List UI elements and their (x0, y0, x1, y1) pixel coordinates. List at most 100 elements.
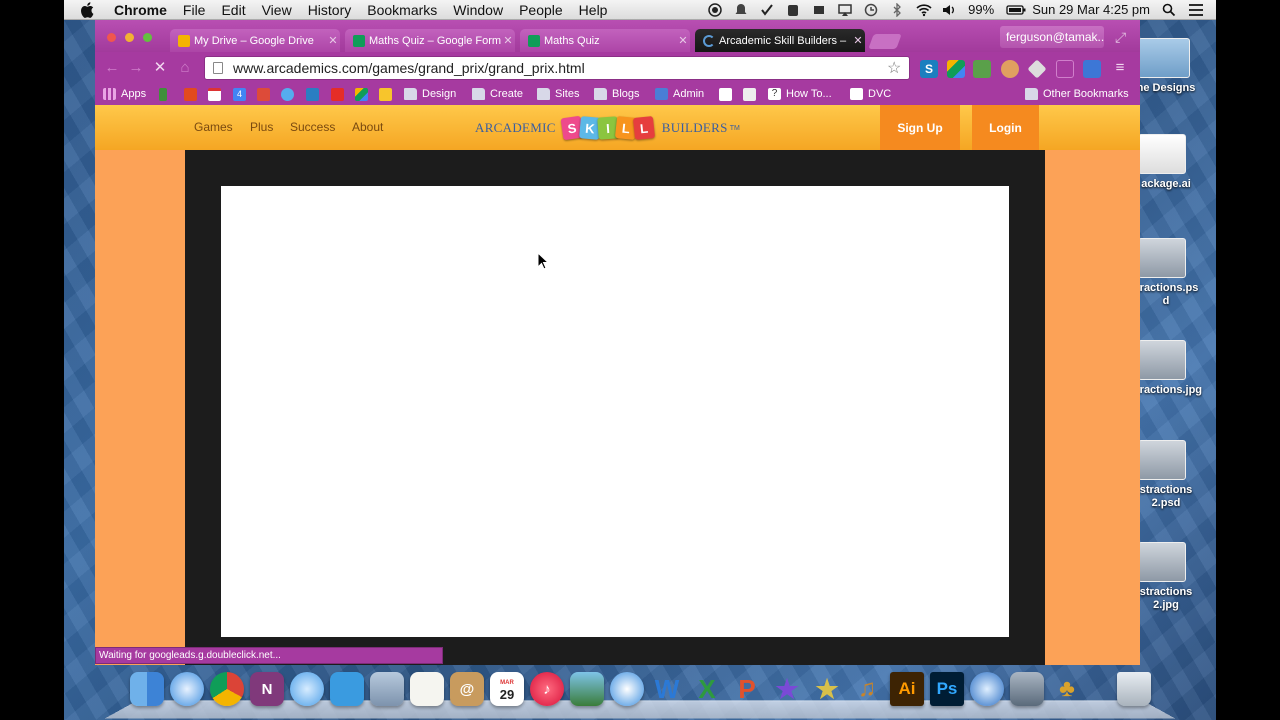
tab-arcademic[interactable]: Arcademic Skill Builders – ✕ (695, 29, 865, 52)
fullscreen-icon[interactable]: ⤢ (1115, 29, 1131, 45)
contacts-icon[interactable]: @ (450, 672, 484, 706)
stop-loading-icon[interactable]: ✕ (151, 59, 169, 77)
chrome-icon[interactable] (210, 672, 244, 706)
extension-blue-icon[interactable] (1083, 60, 1101, 78)
powerpoint-icon[interactable]: P (730, 672, 764, 706)
sign-up-button[interactable]: Sign Up (880, 105, 960, 150)
airplay-icon[interactable] (838, 3, 852, 17)
evernote-icon[interactable] (786, 3, 800, 17)
photoshop-icon[interactable]: Ps (930, 672, 964, 706)
menu-people[interactable]: People (519, 2, 563, 18)
safari-icon[interactable] (170, 672, 204, 706)
nav-plus[interactable]: Plus (250, 120, 273, 134)
bookmark-drive[interactable] (355, 86, 368, 102)
menu-view[interactable]: View (262, 2, 292, 18)
menu-bookmarks[interactable]: Bookmarks (367, 2, 437, 18)
address-bar[interactable]: www.arcademics.com/games/grand_prix/gran… (204, 56, 910, 80)
desktop-icon-file[interactable]: tractions.jpg (1136, 340, 1216, 397)
dropbox-icon[interactable] (812, 3, 826, 17)
desktop-icon-file[interactable]: tractions.ps d (1136, 238, 1216, 308)
tab-maths-quiz[interactable]: Maths Quiz ✕ (520, 29, 690, 52)
bookmark-other-folder[interactable]: Other Bookmarks (1025, 86, 1129, 102)
forward-arrow-icon[interactable]: → (127, 59, 145, 77)
spotlight-search-icon[interactable] (1162, 3, 1176, 17)
extension-monkey-icon[interactable] (1001, 60, 1019, 78)
tab-close-icon[interactable]: ✕ (676, 34, 690, 47)
bookmark-office[interactable] (184, 86, 197, 102)
notification-bell-icon[interactable] (734, 3, 748, 17)
iphoto-star-icon[interactable]: ★ (810, 672, 844, 706)
url-text[interactable]: www.arcademics.com/games/grand_prix/gran… (233, 60, 887, 76)
login-button[interactable]: Login (972, 105, 1039, 150)
time-machine-icon[interactable] (864, 3, 878, 17)
minimize-window-button[interactable] (125, 33, 134, 42)
bookmark-calendar[interactable]: 4 (233, 86, 246, 102)
trash-icon[interactable] (1117, 672, 1151, 706)
bookmark-leaf[interactable] (159, 86, 167, 102)
bookmark-folder-sites[interactable]: Sites (537, 86, 579, 102)
bookmark-camera[interactable] (743, 86, 756, 102)
tab-maths-quiz-form[interactable]: Maths Quiz – Google Form ✕ (345, 29, 515, 52)
illustrator-icon[interactable]: Ai (890, 672, 924, 706)
bookmark-folder-design[interactable]: Design (404, 86, 456, 102)
quicktime-icon[interactable] (970, 672, 1004, 706)
tab-google-drive[interactable]: My Drive – Google Drive ✕ (170, 29, 340, 52)
bookmark-admin[interactable]: Admin (655, 86, 704, 102)
bookmark-twitter-2[interactable] (306, 86, 319, 102)
bluetooth-icon[interactable] (890, 1, 904, 18)
desktop-icon-file[interactable]: stractions 2.jpg (1136, 542, 1216, 612)
home-icon[interactable]: ⌂ (176, 59, 194, 77)
extension-diamond-icon[interactable] (1027, 59, 1047, 79)
word-icon[interactable]: W (650, 672, 684, 706)
messages-icon[interactable] (290, 672, 324, 706)
bookmark-keep[interactable] (379, 86, 392, 102)
apple-menu-icon[interactable] (80, 1, 98, 18)
google-drive-extension-icon[interactable] (947, 60, 965, 78)
tab-close-icon[interactable]: ✕ (851, 34, 865, 47)
menu-history[interactable]: History (308, 2, 352, 18)
game-canvas[interactable] (221, 186, 1009, 637)
cast-icon[interactable] (1056, 60, 1074, 78)
desktop-icon-file[interactable]: ackage.ai (1136, 134, 1216, 191)
menu-clock[interactable]: Sun 29 Mar 4:25 pm (1032, 2, 1150, 17)
finder-icon[interactable] (130, 672, 164, 706)
bookmark-twitter[interactable] (281, 86, 294, 102)
tab-close-icon[interactable]: ✕ (501, 34, 515, 47)
battery-percent[interactable]: 99% (968, 2, 994, 17)
excel-icon[interactable]: X (690, 672, 724, 706)
bookmark-pencil[interactable] (719, 86, 732, 102)
bookmark-folder-blogs[interactable]: Blogs (594, 86, 640, 102)
menu-file[interactable]: File (183, 2, 206, 18)
bookmark-dvc[interactable]: DVC (850, 86, 891, 102)
extension-s-icon[interactable]: S (920, 60, 938, 78)
desktop-icon-file[interactable]: stractions 2.psd (1136, 440, 1216, 510)
bookmark-star-icon[interactable]: ☆ (887, 58, 905, 78)
preview-icon[interactable] (370, 672, 404, 706)
bookmark-howto[interactable]: ? How To... (768, 86, 832, 102)
bookmark-youtube[interactable] (331, 86, 344, 102)
nav-success[interactable]: Success (290, 120, 335, 134)
bookmark-folder-create[interactable]: Create (472, 86, 523, 102)
garageband-icon[interactable]: ♫ (850, 672, 884, 706)
back-arrow-icon[interactable]: ← (103, 59, 121, 77)
nav-games[interactable]: Games (194, 120, 233, 134)
imovie-icon[interactable]: ★ (770, 672, 804, 706)
notification-center-icon[interactable] (1188, 3, 1203, 17)
textedit-icon[interactable] (410, 672, 444, 706)
menu-window[interactable]: Window (453, 2, 503, 18)
zoom-window-button[interactable] (143, 33, 152, 42)
menu-edit[interactable]: Edit (221, 2, 245, 18)
close-window-button[interactable] (107, 33, 116, 42)
menu-help[interactable]: Help (579, 2, 608, 18)
chrome-menu-icon[interactable]: ≡ (1111, 59, 1129, 77)
onenote-icon[interactable]: N (250, 672, 284, 706)
bookmark-apps[interactable]: Apps (103, 86, 146, 102)
bookmark-google-plus[interactable] (257, 86, 270, 102)
pineapple-icon[interactable]: ♣ (1050, 672, 1084, 706)
comic-life-icon[interactable] (610, 672, 644, 706)
desktop-icon-folder[interactable]: ne Designs (1136, 38, 1216, 95)
bookmark-gmail[interactable] (208, 86, 221, 102)
screenshot-tool-icon[interactable] (1010, 672, 1044, 706)
profile-button[interactable]: ferguson@tamak... (1000, 26, 1104, 48)
volume-icon[interactable] (942, 3, 956, 17)
